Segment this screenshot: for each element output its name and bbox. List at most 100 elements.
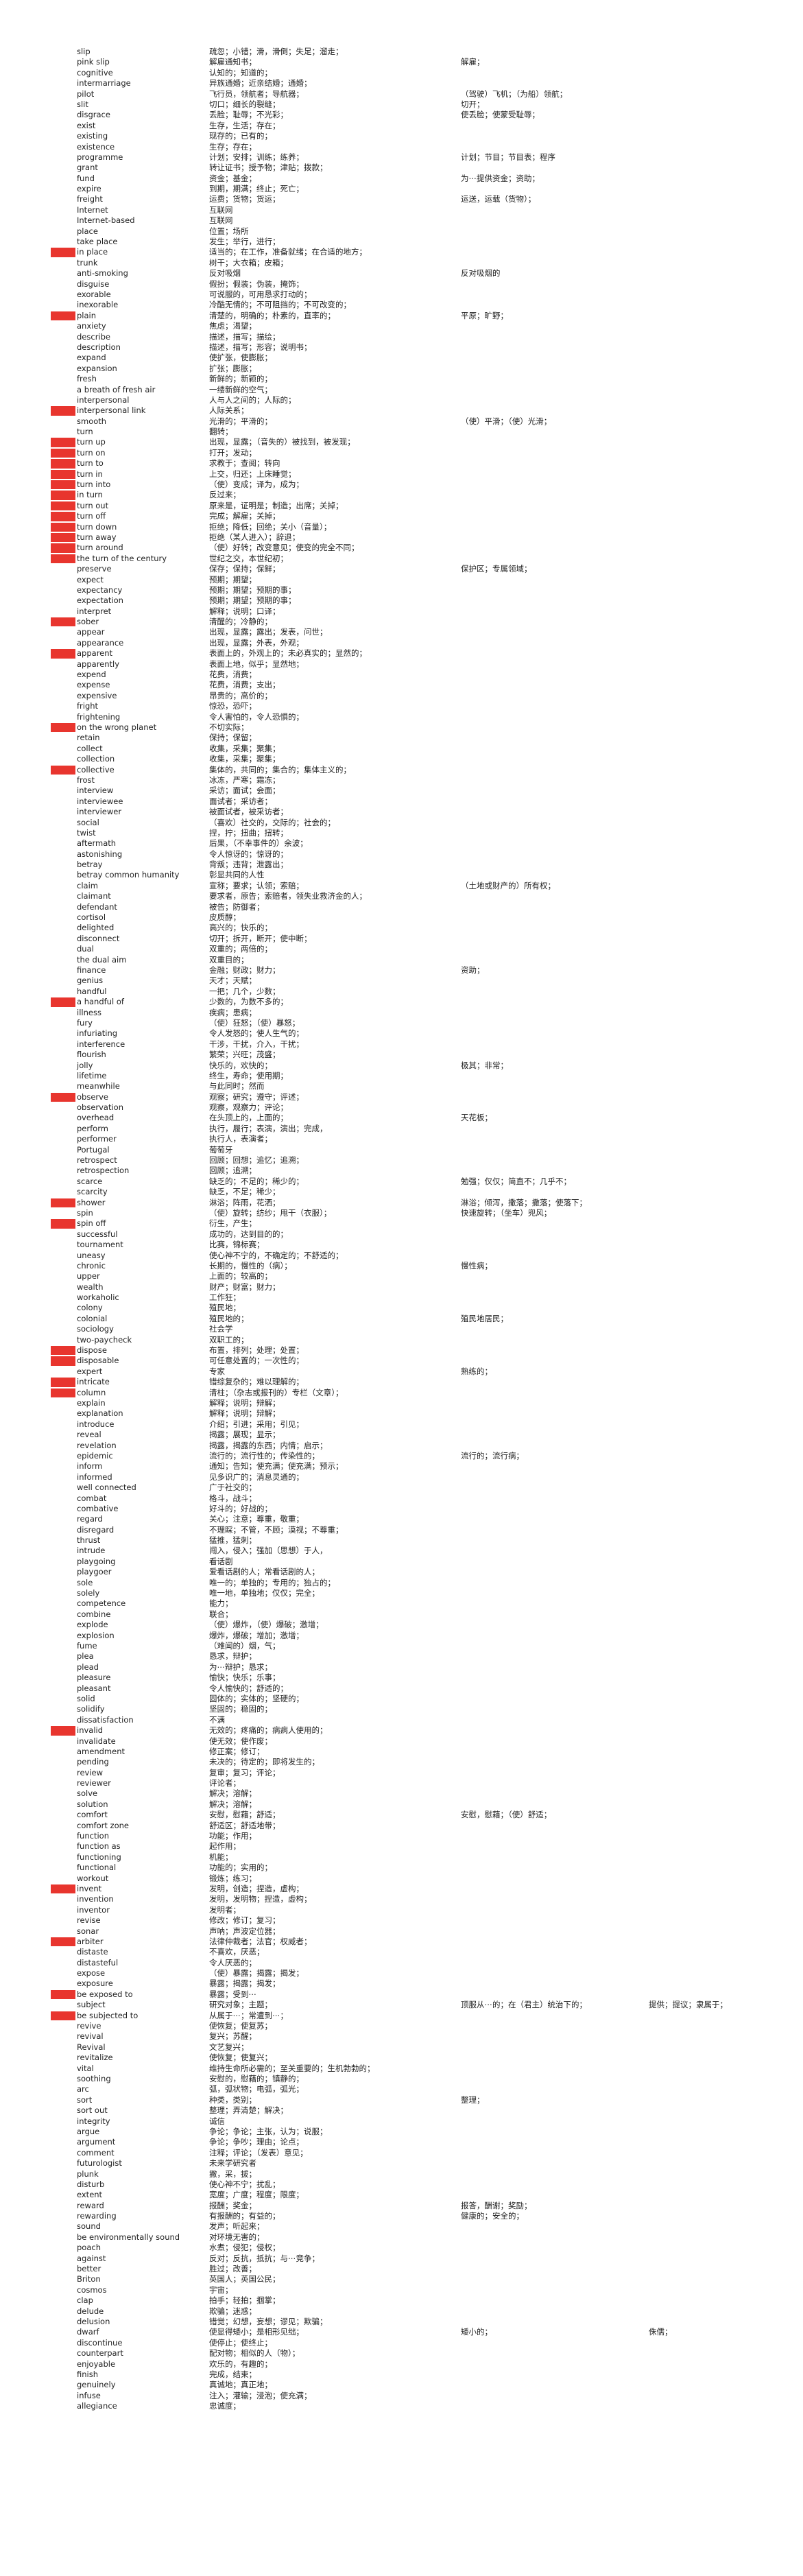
word-row: regard 关心；注意；尊重，敬重； (0, 1514, 803, 1524)
word-row: betray 背叛；违背；泄露出； (0, 860, 803, 870)
word-row: in turn 反过来； (0, 490, 803, 500)
word-row: well connected 广于社交的； (0, 1482, 803, 1493)
term: intermarriage (77, 78, 131, 88)
word-row: turn down 拒绝；降低；回绝；关小（音量）； (0, 522, 803, 532)
word-row: existing 现存的；已有的； (0, 131, 803, 141)
term: cognitive (77, 67, 113, 78)
term: turn up (77, 437, 106, 447)
definition: 保持；保留； (209, 733, 256, 743)
definition: 社会学 (209, 1324, 233, 1334)
word-row: counterpart 配对物；相似的人（物）； (0, 2348, 803, 2359)
term: wealth (77, 1281, 104, 1292)
definition: 看话剧 (209, 1556, 233, 1566)
definition: 复审；复习；评论； (209, 1767, 280, 1777)
term: interviewee (77, 796, 123, 806)
term: turn into (77, 480, 111, 490)
word-row: distasteful 令人厌恶的； (0, 1958, 803, 1968)
word-row: review 复审；复习；评论； (0, 1768, 803, 1778)
definition: 与此同时；然而 (209, 1081, 265, 1091)
word-row: observe 观察；研究；遵守；评述； (0, 1092, 803, 1102)
word-row: apparently 表面上地，似乎；显然地； (0, 659, 803, 670)
word-row: retrospection 回顾；追溯； (0, 1166, 803, 1176)
definition: 观察；研究；遵守；评述； (209, 1091, 304, 1102)
term: describe (77, 331, 110, 342)
definition: 皮质醇； (209, 912, 241, 923)
definition: 资金；基金； (209, 173, 256, 183)
definition-alt: 反对吸烟的 (461, 268, 501, 279)
word-row: dissatisfaction 不满 (0, 1715, 803, 1725)
definition: 为⋯辩护；恳求； (209, 1662, 272, 1672)
term: explode (77, 1620, 108, 1630)
highlight-marker (51, 1937, 75, 1947)
term: combative (77, 1503, 119, 1513)
term: turn to (77, 458, 104, 469)
definition: 切口；细长的裂缝； (209, 99, 280, 109)
term: slip (77, 47, 91, 56)
term: delude (77, 2306, 104, 2316)
definition: 预期；期望；预期的事； (209, 584, 296, 595)
term: trunk (77, 257, 98, 268)
word-row: collection 收集，采集；聚集； (0, 754, 803, 764)
word-row: extent 宽度；广度；程度；限度； (0, 2190, 803, 2200)
definition: 发明者； (209, 1904, 241, 1915)
term: Revival (77, 2042, 106, 2052)
term: counterpart (77, 2348, 123, 2359)
definition: 忠诚度； (209, 2401, 241, 2411)
highlight-marker (51, 617, 75, 627)
definition: 上面的；较高的； (209, 1271, 272, 1281)
definition: 坚固的；稳固的； (209, 1704, 272, 1714)
definition: 出现，显露；（音失的）被找到，被发现； (209, 437, 355, 447)
term: combine (77, 1609, 111, 1619)
definition: 拒绝；降低；回绝；关小（音量）； (209, 521, 332, 532)
definition: 打开；发动； (209, 447, 256, 458)
term: solution (77, 1799, 108, 1809)
term: the turn of the century (77, 553, 167, 563)
term: argument (77, 2137, 116, 2147)
definition-alt: （土地或财产的）所有权； (461, 880, 555, 890)
word-row: disconnect 切开；拆开，断开；使中断； (0, 934, 803, 944)
term: description (77, 342, 121, 352)
word-row: infuse 注入；灌输；浸泡；使充满； (0, 2391, 803, 2401)
word-row: turn off 完成；解雇；关掉； (0, 511, 803, 521)
term: interview (77, 785, 114, 796)
definition: 令人害怕的，令人恐惧的； (209, 711, 304, 722)
word-row: expert 专家 熟练的； (0, 1367, 803, 1377)
highlight-marker (51, 512, 75, 521)
definition: 殖民地的； (209, 1313, 249, 1323)
highlight-marker (51, 723, 75, 733)
term: anxiety (77, 321, 106, 331)
word-row: intricate 错综复杂的；难以理解的； (0, 1377, 803, 1387)
word-row: expire 到期，期满；终止；死亡； (0, 184, 803, 194)
word-row: overhead 在头顶上的，上面的； 天花板； (0, 1113, 803, 1123)
definition: 解释；说明；辩解； (209, 1398, 280, 1408)
word-row: argue 争论；争论；主张，认为；说服； (0, 2127, 803, 2137)
definition: 修正案；修订； (209, 1746, 265, 1756)
word-row: successful 成功的，达到目的的； (0, 1229, 803, 1240)
word-row: sort out 整理；弄清楚；解决； (0, 2105, 803, 2116)
word-row: inventor 发明者； (0, 1905, 803, 1915)
highlight-marker (51, 469, 75, 480)
term: sort out (77, 2105, 108, 2116)
highlight-marker (51, 1092, 75, 1102)
definition: 宇宙； (209, 2284, 233, 2295)
term: programme (77, 152, 123, 162)
definition: 解雇通知书； (209, 57, 256, 67)
definition: 保存；保持；保鲜； (209, 564, 280, 574)
word-row: revelation 揭露，揭露的东西；内情；启示； (0, 1441, 803, 1451)
word-row: apparent 表面上的，外观上的；未必真实的；显然的； (0, 648, 803, 659)
word-row: pilot 飞行员，领航者；导航器； （驾驶）飞机；（为船）领航； (0, 89, 803, 99)
word-row: workout 锻炼；练习； (0, 1874, 803, 1884)
definition: 出现，显露；外表，外观； (209, 637, 304, 648)
definition: 回顾；追溯； (209, 1166, 256, 1176)
word-row: fresh 新鲜的；新颖的； (0, 374, 803, 384)
definition: 被告；防御者； (209, 901, 265, 912)
highlight-marker (51, 997, 75, 1007)
word-row: disgrace 丢脸；耻辱；不光彩； 使丢脸；使蒙受耻辱； (0, 110, 803, 120)
definition: 集体的，共同的；集合的；集体主义的； (209, 764, 351, 775)
term: functioning (77, 1852, 121, 1862)
definition: 发明，创造；捏造，虚构； (209, 1883, 304, 1893)
word-row: distaste 不喜欢，厌恶； (0, 1947, 803, 1957)
word-row: be subjected to 从属于⋯；常遭到⋯； (0, 2011, 803, 2021)
term: revival (77, 2031, 104, 2042)
definition: 执行人，表演者； (209, 1134, 272, 1144)
